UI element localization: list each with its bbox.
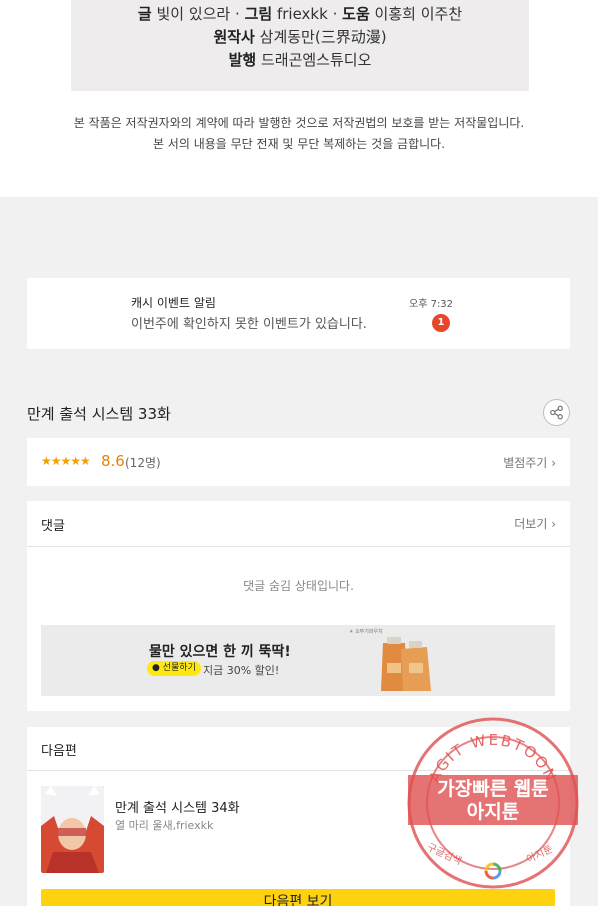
copyright-notice: 본 작품은 저작권자와의 계약에 따라 발행한 것으로 저작권법의 보호를 받는…	[0, 113, 598, 155]
next-episode-section: 다음편 만계 출석 시스템 34화 열 마리 울새,friexkk 다음편 보기	[27, 727, 570, 906]
ad-brand: ☀ 오뚜기파우치	[349, 629, 383, 635]
comments-section: 댓글 더보기 › 댓글 숨김 상태입니다. 물만 있으면 한 끼 뚝딱! ● 선…	[27, 501, 570, 711]
credit-line-writer-art: 글 빛이 있으라 · 그림 friexkk · 도움 이홍희 이주찬	[71, 4, 529, 24]
share-button[interactable]	[543, 399, 570, 426]
original-label: 원작사	[213, 28, 255, 46]
rate-label: 별점주기	[503, 456, 548, 470]
ad-title: 물만 있으면 한 끼 뚝딱!	[149, 644, 291, 660]
next-episode-title: 만계 출석 시스템 34화	[115, 801, 240, 816]
copyright-line: 본 서의 내용을 무단 전재 및 무단 복제하는 것을 금합니다.	[152, 137, 446, 151]
publisher-name: 드래곤엠스튜디오	[260, 51, 372, 69]
rating-votes: (12명)	[125, 456, 161, 470]
thumbnail-image	[41, 786, 104, 873]
notification-title: 캐시 이벤트 알림	[131, 296, 216, 310]
ad-discount: 지금 30% 할인!	[203, 664, 280, 677]
next-episode-authors: 열 마리 울새,friexkk	[115, 819, 214, 832]
art-label: 그림	[244, 5, 273, 23]
comments-more-button[interactable]: 더보기 ›	[514, 515, 556, 532]
comments-header: 댓글 더보기 ›	[27, 501, 570, 547]
credits-section: 글 빛이 있으라 · 그림 friexkk · 도움 이홍희 이주찬 원작사 삼…	[0, 0, 598, 197]
credit-line-original: 원작사 삼계동만(三界动漫)	[71, 27, 529, 47]
original-name: 삼계동만(三界动漫)	[259, 28, 387, 46]
ad-banner[interactable]: 물만 있으면 한 끼 뚝딱! ● 선물하기 지금 30% 할인! ☀ 오뚜기파우…	[41, 625, 555, 696]
share-icon	[550, 405, 563, 420]
chat-bubble-icon: ●	[152, 663, 160, 673]
publisher-label: 발행	[228, 51, 257, 69]
event-notification[interactable]: 캐시 이벤트 알림 이번주에 확인하지 못한 이벤트가 있습니다. 오후 7:3…	[27, 278, 570, 349]
ad-gift-pill: ● 선물하기	[147, 661, 201, 676]
next-episode-thumbnail[interactable]	[41, 786, 104, 873]
notification-badge: 1	[432, 314, 450, 332]
episode-title: 만계 출석 시스템 33화	[27, 405, 171, 423]
art-name: friexkk	[276, 5, 328, 23]
separator: ·	[332, 5, 338, 23]
comments-hidden-message: 댓글 숨김 상태입니다.	[243, 579, 354, 593]
notification-time: 오후 7:32	[409, 299, 454, 310]
next-episode-header: 다음편	[27, 727, 570, 771]
rating-bar: ★★★★★ 8.6 (12명) 별점주기 ›	[27, 438, 570, 486]
more-label: 더보기	[514, 517, 548, 531]
rate-button[interactable]: 별점주기 ›	[503, 454, 556, 471]
assist-name: 이홍희 이주찬	[374, 5, 463, 23]
writer-label: 글	[137, 5, 152, 23]
pouch-product-image	[381, 637, 431, 691]
credit-line-publisher: 발행 드래곤엠스튜디오	[71, 50, 529, 70]
writer-name: 빛이 있으라	[156, 5, 231, 23]
comments-label: 댓글	[41, 519, 65, 534]
notification-message: 이번주에 확인하지 못한 이벤트가 있습니다.	[131, 317, 367, 332]
chevron-right-icon: ›	[551, 456, 556, 470]
assist-label: 도움	[342, 5, 370, 23]
chevron-right-icon: ›	[551, 517, 556, 531]
copyright-line: 본 작품은 저작권자와의 계약에 따라 발행한 것으로 저작권법의 보호를 받는…	[73, 116, 525, 130]
next-episode-label: 다음편	[41, 744, 77, 759]
rating-stars: ★★★★★	[41, 454, 91, 468]
credits-box: 글 빛이 있으라 · 그림 friexkk · 도움 이홍희 이주찬 원작사 삼…	[71, 0, 529, 91]
ad-pill-label: 선물하기	[162, 663, 196, 673]
next-episode-button[interactable]: 다음편 보기	[41, 889, 555, 906]
separator: ·	[235, 5, 240, 23]
rating-score: 8.6	[101, 452, 125, 470]
